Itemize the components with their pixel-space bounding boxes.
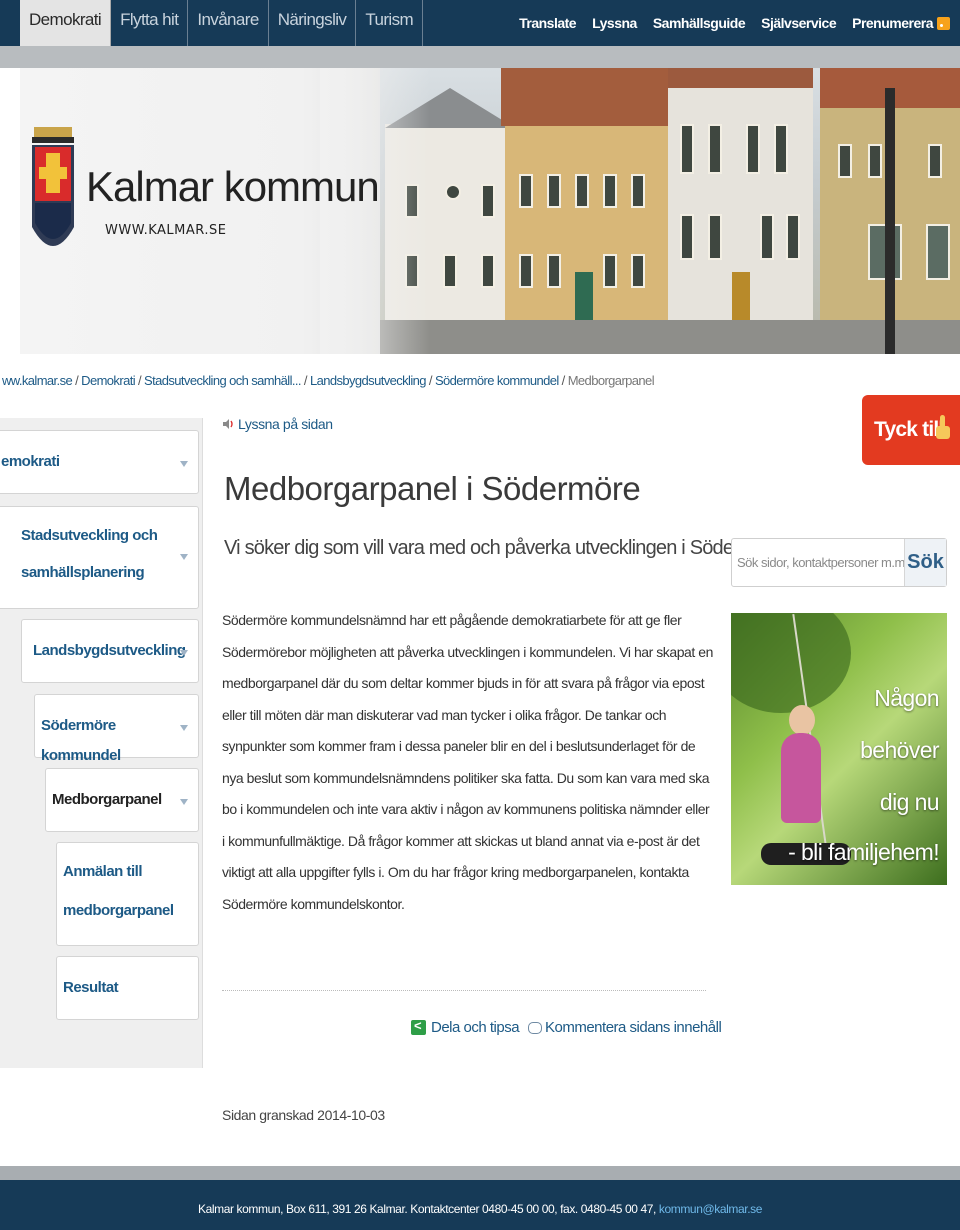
sidebar-item-landsbygdsutveckling[interactable]: Landsbygdsutveckling (21, 619, 199, 683)
tab-demokrati[interactable]: Demokrati (20, 0, 112, 46)
top-navigation: Demokrati Flytta hit Invånare Näringsliv… (0, 0, 960, 46)
tab-label: Demokrati (29, 10, 102, 29)
breadcrumb-stadsutveckling[interactable]: Stadsutveckling och samhäll... (144, 373, 301, 388)
sidebar-item-label: Landsbygdsutveckling (33, 642, 186, 659)
page-lead: Vi söker dig som vill vara med och påver… (224, 537, 782, 559)
sidebar-item-label: Stadsutveckling och (21, 527, 158, 544)
chevron-down-icon (180, 799, 188, 805)
page-reviewed-date: Sidan granskad 2014-10-03 (222, 1107, 385, 1123)
breadcrumb-landsbygd[interactable]: Landsbygdsutveckling (310, 373, 427, 388)
tab-label: Invånare (197, 10, 259, 29)
brand-name: Kalmar kommun (86, 163, 380, 210)
banner-fade (320, 68, 430, 354)
tab-turism[interactable]: Turism (356, 0, 424, 46)
share-icon (411, 1018, 426, 1035)
share-label: Dela och tipsa (431, 1019, 520, 1036)
building (501, 68, 674, 324)
ad-text-line: Någon (874, 685, 939, 711)
ad-child (781, 733, 821, 823)
kalmar-crest-logo[interactable] (28, 123, 78, 274)
breadcrumb: ww.kalmar.se / Demokrati / Stadsutveckli… (2, 373, 655, 388)
tab-label: Näringsliv (277, 10, 347, 29)
ad-text-line: behöver (860, 737, 940, 763)
speaker-icon (223, 419, 233, 429)
ad-child-head (789, 705, 815, 735)
sidebar-item-stadsutveckling[interactable]: Stadsutveckling och samhällsplanering (0, 506, 199, 609)
ad-text-line: dig nu (879, 789, 940, 815)
sidebar-item-label: emokrati (1, 453, 60, 470)
search-input[interactable] (732, 539, 906, 586)
brand-url: WWW.KALMAR.SE (105, 223, 227, 238)
footer-contact-text: Kalmar kommun, Box 611, 391 26 Kalmar. K… (197, 1202, 656, 1216)
tab-label: Flytta hit (120, 10, 179, 29)
site-search: Sök (731, 538, 947, 587)
street (380, 320, 960, 354)
sidebar-item-label: medborgarpanel (63, 902, 174, 919)
sidebar-item-anmalan[interactable]: Anmälan till medborgarpanel (56, 842, 199, 946)
ad-text-line: - bli familjehem! (788, 839, 939, 865)
thumbs-up-icon (936, 415, 950, 439)
foster-family-banner[interactable]: Någon behöver dig nu - bli familjehem! (731, 613, 947, 885)
breadcrumb-home[interactable]: ww.kalmar.se (2, 373, 73, 388)
translate-link[interactable]: Translate (519, 15, 576, 31)
sidebar-item-label: Anmälan till (63, 863, 143, 880)
rss-icon (937, 17, 950, 30)
breadcrumb-separator: / (135, 373, 145, 388)
sidebar-item-medborgarpanel[interactable]: Medborgarpanel (45, 768, 199, 832)
breadcrumb-separator: / (425, 373, 435, 388)
sidebar-item-sodermore[interactable]: Södermöre kommundel (34, 694, 199, 764)
site-footer: Kalmar kommun, Box 611, 391 26 Kalmar. K… (0, 1180, 960, 1230)
utility-links: Translate Lyssna Samhällsguide Självserv… (519, 0, 950, 46)
comment-label: Kommentera sidans innehåll (545, 1019, 722, 1036)
comment-icon (528, 1021, 542, 1034)
header-banner (20, 68, 960, 354)
breadcrumb-separator: / (300, 373, 310, 388)
ad-foliage (731, 613, 851, 713)
listen-link[interactable]: Lyssna (592, 15, 637, 31)
page-title: Medborgarpanel i Södermöre (224, 470, 641, 507)
subscribe-link[interactable]: Prenumerera (852, 15, 950, 31)
tab-flytta-hit[interactable]: Flytta hit (111, 0, 189, 46)
breadcrumb-sodermore[interactable]: Södermöre kommundel (435, 373, 559, 388)
section-navigation: emokrati Stadsutveckling och samhällspla… (0, 418, 203, 1068)
comment-link[interactable]: Kommentera sidans innehåll (528, 1019, 722, 1036)
self-service-link[interactable]: Självservice (761, 15, 836, 31)
tab-naringsliv[interactable]: Näringsliv (269, 0, 357, 46)
search-button[interactable]: Sök (904, 539, 946, 586)
breadcrumb-separator: / (558, 373, 568, 388)
town-square-photo (380, 68, 960, 354)
content-divider (222, 990, 706, 991)
lamp-post (885, 88, 895, 354)
breadcrumb-separator: / (72, 373, 82, 388)
header-divider (0, 46, 960, 68)
body-paragraph: Södermöre kommundelsnämnd har ett pågåen… (222, 612, 713, 912)
main-tabs: Demokrati Flytta hit Invånare Näringsliv… (20, 0, 424, 46)
sidebar-item-label: samhällsplanering (21, 564, 145, 581)
community-guide-link[interactable]: Samhällsguide (653, 15, 746, 31)
sidebar-item-label: Resultat (63, 979, 119, 996)
breadcrumb-current: Medborgarpanel (567, 373, 655, 388)
sidebar-item-resultat[interactable]: Resultat (56, 956, 199, 1020)
sidebar-item-label: Medborgarpanel (52, 791, 162, 808)
share-link[interactable]: Dela och tipsa (411, 1018, 520, 1036)
page-body: Södermöre kommundelsnämnd har ett pågåen… (222, 605, 714, 920)
building (668, 68, 813, 324)
chevron-down-icon (180, 554, 188, 560)
feedback-button[interactable]: Tyck till (862, 395, 960, 465)
footer-divider (0, 1166, 960, 1180)
listen-to-page-link[interactable]: Lyssna på sidan (222, 416, 333, 432)
subscribe-label: Prenumerera (852, 15, 933, 31)
chevron-down-icon (180, 725, 188, 731)
tab-invanare[interactable]: Invånare (188, 0, 269, 46)
sidebar-item-label: Södermöre kommundel (41, 717, 121, 764)
footer-email-link[interactable]: kommun@kalmar.se (659, 1202, 763, 1216)
sidebar-item-demokrati[interactable]: emokrati (0, 430, 199, 494)
tab-label: Turism (365, 10, 414, 29)
breadcrumb-demokrati[interactable]: Demokrati (81, 373, 135, 388)
chevron-down-icon (180, 461, 188, 467)
coat-of-arms-icon (32, 127, 74, 246)
chevron-down-icon (180, 650, 188, 656)
listen-label: Lyssna på sidan (238, 416, 333, 432)
